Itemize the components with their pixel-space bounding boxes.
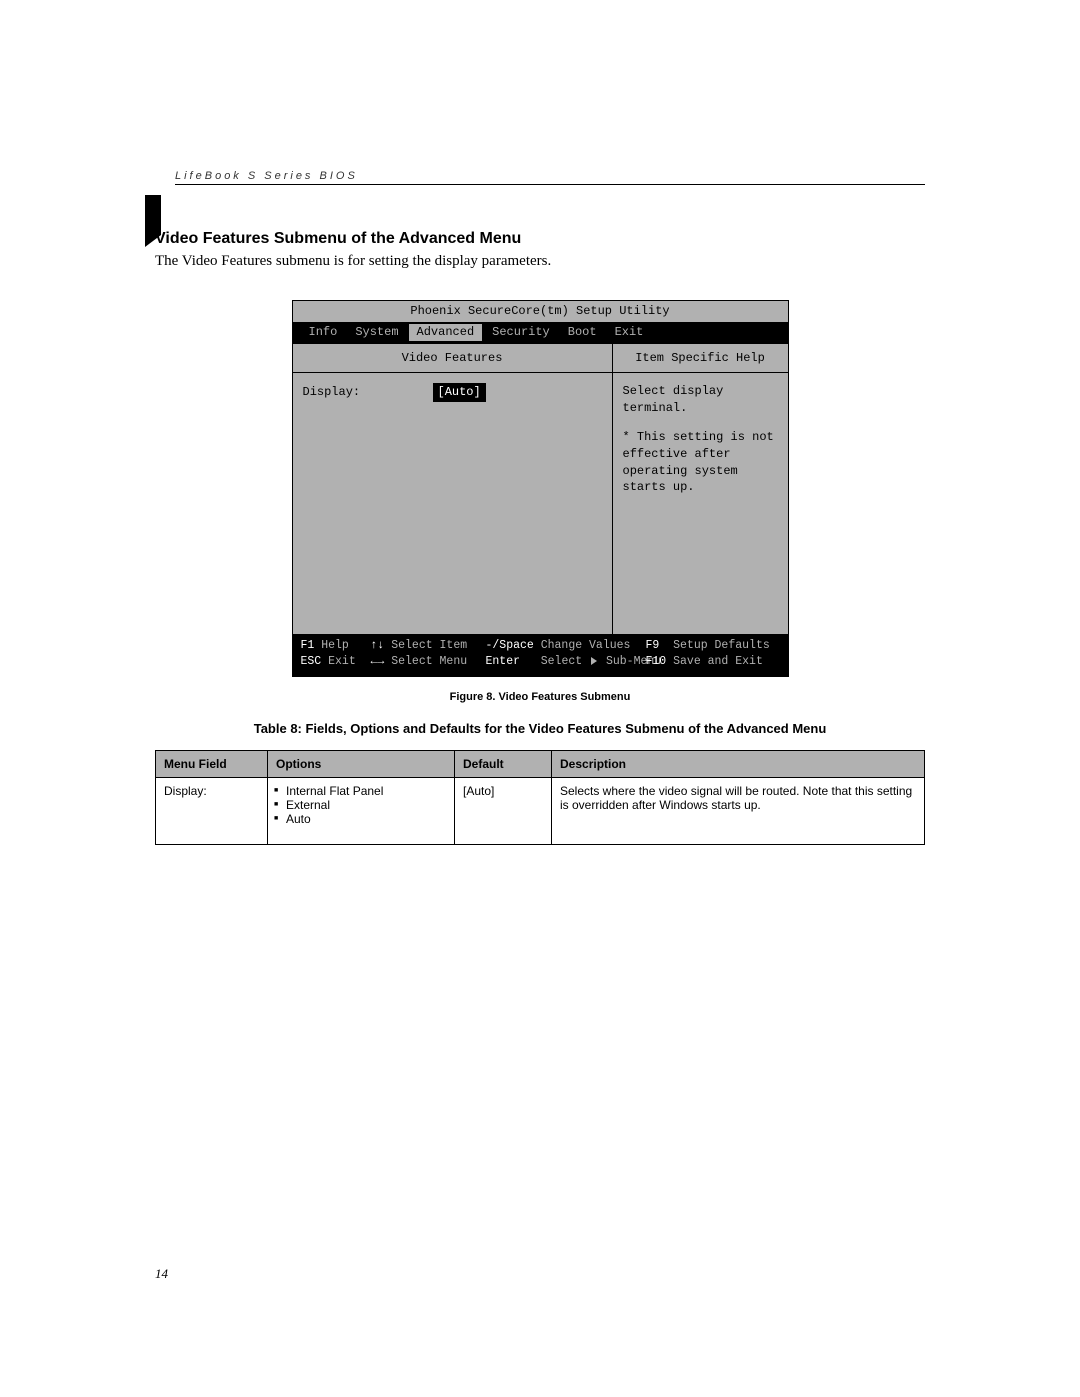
header-flag-ornament: [145, 195, 161, 235]
bios-exit-label: Exit: [328, 655, 356, 668]
running-header: LifeBook S Series BIOS: [175, 170, 925, 185]
bios-key-enter: Enter: [486, 655, 521, 668]
cell-default: [Auto]: [455, 777, 552, 844]
cell-description: Selects where the video signal will be r…: [552, 777, 925, 844]
section-heading: Video Features Submenu of the Advanced M…: [155, 230, 925, 248]
bios-help-panel: Item Specific Help Select display termin…: [613, 344, 788, 634]
bios-key-minus-space: -/Space: [486, 639, 534, 652]
bios-setting-display[interactable]: Display: [Auto]: [303, 383, 602, 402]
bios-screenshot: Phoenix SecureCore(tm) Setup Utility Inf…: [292, 300, 789, 677]
figure-caption: Figure 8. Video Features Submenu: [155, 691, 925, 703]
bios-select-label: Select: [541, 655, 582, 668]
bios-submenu-title: Video Features: [293, 344, 612, 374]
bios-save-exit-label: Save and Exit: [673, 655, 763, 668]
bios-main-panel: Video Features Display: [Auto]: [293, 344, 613, 634]
bios-tab-system[interactable]: System: [347, 324, 406, 341]
page-number: 14: [155, 1266, 168, 1282]
bios-tab-info[interactable]: Info: [301, 324, 346, 341]
table-caption: Table 8: Fields, Options and Defaults fo…: [155, 721, 925, 736]
cell-menu-field: Display:: [156, 777, 268, 844]
bios-tab-security[interactable]: Security: [484, 324, 558, 341]
th-menu-field: Menu Field: [156, 750, 268, 777]
bios-change-values-label: Change Values: [541, 639, 631, 652]
bios-help-title: Item Specific Help: [613, 344, 788, 374]
bios-key-f1: F1: [301, 639, 315, 652]
th-default: Default: [455, 750, 552, 777]
bios-help-line1: Select display terminal.: [623, 383, 778, 417]
arrows-updown-icon: ↑↓: [371, 639, 385, 652]
bios-tab-boot[interactable]: Boot: [560, 324, 605, 341]
bios-setup-defaults-label: Setup Defaults: [673, 639, 770, 652]
bios-footer: F1 Help ↑↓ Select Item -/Space Change Va…: [293, 634, 788, 676]
bios-help-note: * This setting is not effective after op…: [623, 429, 778, 496]
table-row: Display: Internal Flat Panel External Au…: [156, 777, 925, 844]
th-description: Description: [552, 750, 925, 777]
bios-tab-exit[interactable]: Exit: [607, 324, 652, 341]
cell-options: Internal Flat Panel External Auto: [268, 777, 455, 844]
bios-setting-value[interactable]: [Auto]: [433, 383, 486, 402]
option-item: Auto: [274, 812, 446, 826]
bios-tab-advanced[interactable]: Advanced: [409, 324, 483, 341]
bios-tab-bar: Info System Advanced Security Boot Exit: [293, 322, 788, 343]
bios-key-f1-label: Help: [321, 639, 349, 652]
bios-title-bar: Phoenix SecureCore(tm) Setup Utility: [293, 301, 788, 322]
bios-select-menu-label: Select Menu: [391, 655, 467, 668]
bios-setting-label: Display:: [303, 384, 433, 401]
fields-table: Menu Field Options Default Description D…: [155, 750, 925, 845]
bios-key-esc: ESC: [301, 655, 322, 668]
th-options: Options: [268, 750, 455, 777]
option-item: Internal Flat Panel: [274, 784, 446, 798]
bios-select-item-label: Select Item: [391, 639, 467, 652]
table-header-row: Menu Field Options Default Description: [156, 750, 925, 777]
intro-paragraph: The Video Features submenu is for settin…: [155, 253, 925, 270]
option-item: External: [274, 798, 446, 812]
arrows-leftright-icon: ←→: [371, 655, 385, 668]
triangle-right-icon: [591, 657, 597, 665]
bios-key-f9: F9: [646, 639, 660, 652]
bios-key-f10: F10: [646, 655, 667, 668]
